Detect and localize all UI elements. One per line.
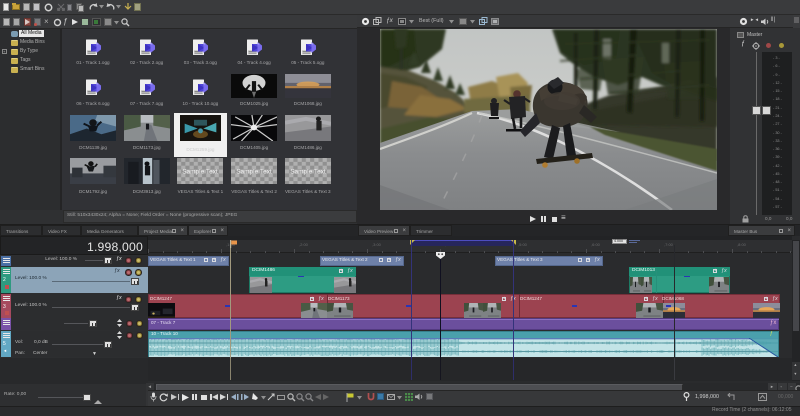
svg-text:Sample Text: Sample Text — [290, 169, 326, 176]
svg-text:Sample Text: Sample Text — [236, 169, 272, 176]
svg-text:Sample Text: Sample Text — [183, 169, 219, 176]
